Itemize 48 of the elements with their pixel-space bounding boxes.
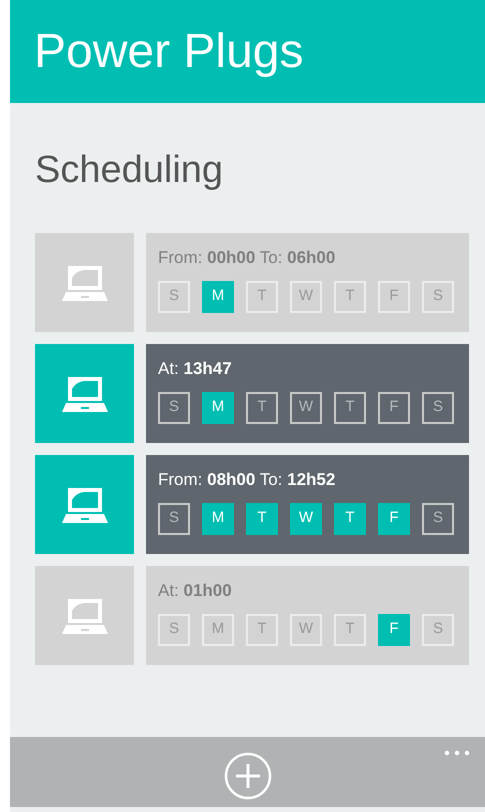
day-toggle[interactable]: W — [290, 392, 322, 424]
laptop-icon — [62, 596, 108, 634]
device-tile[interactable] — [35, 566, 134, 665]
schedule-time: From: 00h00 To: 06h00 — [158, 247, 336, 269]
device-tile[interactable] — [35, 233, 134, 332]
day-toggle[interactable]: S — [422, 280, 454, 312]
day-toggle[interactable]: W — [290, 502, 322, 534]
day-toggle[interactable]: S — [158, 502, 190, 534]
day-toggle[interactable]: S — [422, 392, 454, 424]
laptop-icon — [62, 374, 108, 412]
day-toggle[interactable]: S — [422, 502, 454, 534]
app-title: Power Plugs — [34, 28, 304, 76]
add-icon[interactable] — [224, 752, 272, 800]
day-toggle[interactable]: W — [290, 280, 322, 312]
day-toggle[interactable]: T — [334, 392, 366, 424]
day-toggle[interactable]: M — [202, 502, 234, 534]
day-toggle[interactable]: T — [246, 614, 278, 646]
day-toggle[interactable]: F — [378, 614, 410, 646]
schedule-card[interactable]: At: 13h47 S M T W T F S — [146, 344, 469, 443]
day-toggle[interactable]: T — [334, 502, 366, 534]
more-icon[interactable] — [444, 750, 470, 756]
day-toggle[interactable]: S — [158, 280, 190, 312]
day-toggle[interactable]: M — [202, 392, 234, 424]
day-toggle[interactable]: M — [202, 614, 234, 646]
day-toggle[interactable]: T — [246, 392, 278, 424]
day-toggle[interactable]: S — [158, 392, 190, 424]
day-toggle[interactable]: F — [378, 280, 410, 312]
device-tile[interactable] — [35, 344, 134, 443]
schedule-time: At: 01h00 — [158, 580, 232, 602]
schedule-time: From: 08h00 To: 12h52 — [158, 469, 336, 491]
schedule-card[interactable]: From: 00h00 To: 06h00 S M T W T F S — [146, 233, 469, 332]
laptop-icon — [62, 264, 108, 302]
laptop-icon — [62, 486, 108, 524]
day-toggle[interactable]: T — [246, 502, 278, 534]
day-toggle[interactable]: T — [334, 614, 366, 646]
day-toggle[interactable]: M — [202, 280, 234, 312]
day-toggle[interactable]: F — [378, 502, 410, 534]
schedule-time: At: 13h47 — [158, 358, 232, 380]
page-heading: Scheduling — [35, 151, 224, 189]
day-toggle[interactable]: T — [246, 280, 278, 312]
day-toggle[interactable]: W — [290, 614, 322, 646]
schedule-card[interactable]: From: 08h00 To: 12h52 S M T W T F S — [146, 455, 469, 554]
schedule-card[interactable]: At: 01h00 S M T W T F S — [146, 566, 469, 665]
device-tile[interactable] — [35, 455, 134, 554]
day-toggle[interactable]: F — [378, 392, 410, 424]
day-toggle[interactable]: T — [334, 280, 366, 312]
day-toggle[interactable]: S — [422, 614, 454, 646]
day-toggle[interactable]: S — [158, 614, 190, 646]
